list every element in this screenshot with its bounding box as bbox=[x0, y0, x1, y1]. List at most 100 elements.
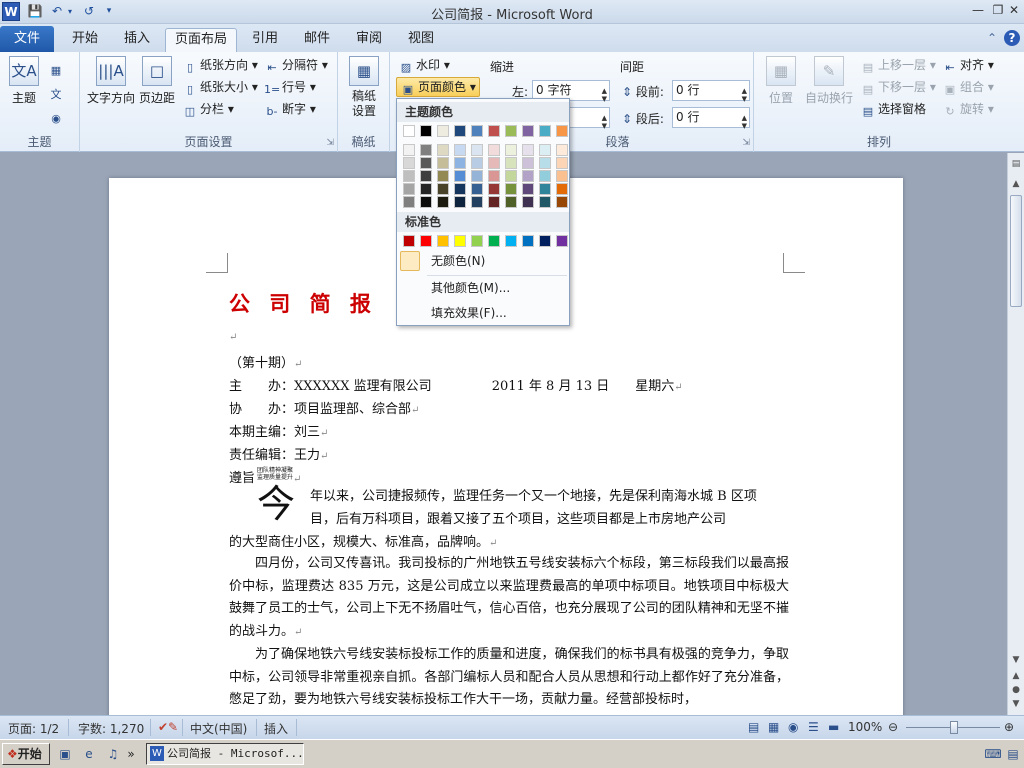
theme-color-swatch[interactable] bbox=[488, 196, 500, 208]
theme-color-swatch[interactable] bbox=[420, 183, 432, 195]
status-language[interactable]: 中文(中国) bbox=[190, 720, 247, 737]
keyboard-tray-icon[interactable]: ⌨ bbox=[984, 745, 1002, 763]
theme-color-swatch[interactable] bbox=[539, 170, 551, 182]
watermark-button[interactable]: ▨ 水印 ▾ bbox=[398, 55, 450, 75]
paragraph-launcher-icon[interactable]: ⇲ bbox=[742, 138, 750, 148]
theme-color-swatch[interactable] bbox=[454, 170, 466, 182]
scroll-down-icon[interactable]: ▼ bbox=[1009, 655, 1023, 665]
spacing-before-input[interactable]: 0 行 ▲ ▼ bbox=[672, 80, 750, 103]
theme-color-swatch[interactable] bbox=[437, 196, 449, 208]
proofing-icon[interactable]: ✔✎ bbox=[158, 720, 178, 734]
standard-color-swatch[interactable] bbox=[488, 235, 500, 247]
scroll-up-icon[interactable]: ▲ bbox=[1009, 179, 1023, 189]
theme-color-swatch[interactable] bbox=[471, 125, 483, 137]
scrollbar-thumb[interactable] bbox=[1010, 195, 1022, 307]
theme-color-swatch[interactable] bbox=[437, 157, 449, 169]
tab-mailings[interactable]: 邮件 bbox=[294, 28, 340, 52]
vertical-scrollbar[interactable]: ▤ ▲ ▼ ▲ ● ▼ bbox=[1007, 153, 1024, 715]
theme-color-swatch[interactable] bbox=[454, 125, 466, 137]
theme-color-swatch[interactable] bbox=[420, 196, 432, 208]
start-button[interactable]: ❖开始 bbox=[2, 743, 50, 765]
theme-color-swatch[interactable] bbox=[471, 183, 483, 195]
theme-color-swatch[interactable] bbox=[471, 170, 483, 182]
theme-color-swatch[interactable] bbox=[437, 170, 449, 182]
media-player-icon[interactable]: ♫ bbox=[104, 745, 122, 763]
breaks-button[interactable]: ⇤ 分隔符 ▾ bbox=[264, 55, 327, 75]
tab-page-layout[interactable]: 页面布局 bbox=[165, 28, 237, 52]
tab-view[interactable]: 视图 bbox=[398, 28, 444, 52]
theme-color-swatch[interactable] bbox=[471, 144, 483, 156]
tab-references[interactable]: 引用 bbox=[242, 28, 288, 52]
standard-color-swatch[interactable] bbox=[471, 235, 483, 247]
theme-color-swatch[interactable] bbox=[539, 183, 551, 195]
theme-color-swatch[interactable] bbox=[505, 125, 517, 137]
spacing-after-input[interactable]: 0 行 ▲ ▼ bbox=[672, 107, 750, 130]
send-backward-button[interactable]: ▤ 下移一层 ▾ bbox=[860, 77, 936, 97]
zoom-out-icon[interactable]: ⊖ bbox=[888, 720, 898, 734]
close-icon[interactable]: ✕ bbox=[1006, 2, 1022, 20]
save-icon[interactable]: 💾 bbox=[26, 3, 44, 20]
standard-color-swatch[interactable] bbox=[420, 235, 432, 247]
theme-color-swatch[interactable] bbox=[403, 170, 415, 182]
theme-color-swatch[interactable] bbox=[471, 196, 483, 208]
theme-effects-button[interactable]: ◉ bbox=[48, 106, 66, 126]
theme-color-swatch[interactable] bbox=[488, 157, 500, 169]
themes-button[interactable]: 文A 主题 bbox=[6, 56, 42, 106]
line-numbers-button[interactable]: 1= 行号 ▾ bbox=[264, 77, 316, 97]
standard-color-swatch[interactable] bbox=[437, 235, 449, 247]
minimize-icon[interactable]: — bbox=[968, 2, 988, 20]
theme-color-swatch[interactable] bbox=[454, 183, 466, 195]
theme-color-swatch[interactable] bbox=[522, 157, 534, 169]
theme-color-swatch[interactable] bbox=[403, 196, 415, 208]
status-word-count[interactable]: 字数: 1,270 bbox=[78, 720, 144, 737]
theme-color-swatch[interactable] bbox=[556, 183, 568, 195]
collapse-ribbon-icon[interactable]: ⌃ bbox=[984, 30, 1000, 46]
zoom-in-icon[interactable]: ⊕ bbox=[1004, 720, 1014, 734]
theme-color-swatch[interactable] bbox=[488, 183, 500, 195]
more-colors-item[interactable]: 其他颜色(M)... bbox=[397, 276, 569, 300]
theme-color-swatch[interactable] bbox=[522, 125, 534, 137]
theme-color-swatch[interactable] bbox=[556, 125, 568, 137]
theme-color-swatch[interactable] bbox=[403, 157, 415, 169]
theme-color-swatch[interactable] bbox=[505, 196, 517, 208]
text-direction-button[interactable]: |||A 文字方向 bbox=[86, 56, 136, 106]
theme-color-swatch[interactable] bbox=[403, 125, 415, 137]
columns-button[interactable]: ◫ 分栏 ▾ bbox=[182, 99, 234, 119]
fill-effects-item[interactable]: 填充效果(F)... bbox=[397, 301, 569, 325]
draft-paper-button[interactable]: ▦ 稿纸 设置 bbox=[346, 56, 382, 119]
undo-dropdown-icon[interactable]: ▾ bbox=[66, 3, 74, 20]
theme-color-swatch[interactable] bbox=[420, 157, 432, 169]
tab-review[interactable]: 审阅 bbox=[346, 28, 392, 52]
zoom-level[interactable]: 100% bbox=[848, 720, 882, 734]
theme-color-swatch[interactable] bbox=[539, 196, 551, 208]
wrap-text-button[interactable]: ✎ 自动换行 bbox=[804, 56, 854, 106]
theme-color-swatch[interactable] bbox=[522, 144, 534, 156]
theme-color-swatch[interactable] bbox=[556, 196, 568, 208]
theme-color-swatch[interactable] bbox=[437, 183, 449, 195]
theme-color-swatch[interactable] bbox=[539, 125, 551, 137]
theme-color-swatch[interactable] bbox=[454, 144, 466, 156]
size-button[interactable]: ▯ 纸张大小 ▾ bbox=[182, 77, 258, 97]
view-ruler-icon[interactable]: ▤ bbox=[1009, 159, 1023, 169]
theme-colors-button[interactable]: ▦ bbox=[48, 58, 66, 78]
standard-color-swatch[interactable] bbox=[403, 235, 415, 247]
web-layout-icon[interactable]: ◉ bbox=[788, 720, 798, 734]
restore-icon[interactable]: ❐ bbox=[988, 2, 1008, 20]
redo-icon[interactable]: ↺ bbox=[80, 3, 98, 20]
word-app-icon[interactable]: W bbox=[2, 2, 20, 21]
tab-file[interactable]: 文件 bbox=[0, 26, 54, 52]
theme-color-swatch[interactable] bbox=[522, 196, 534, 208]
page-color-button[interactable]: ▣ 页面颜色 ▾ bbox=[396, 77, 480, 97]
next-page-icon[interactable]: ▼ bbox=[1009, 699, 1023, 709]
more-quicklaunch-icon[interactable]: » bbox=[126, 745, 136, 763]
theme-color-swatch[interactable] bbox=[539, 157, 551, 169]
hyphenation-button[interactable]: b- 断字 ▾ bbox=[264, 99, 316, 119]
standard-color-swatch[interactable] bbox=[556, 235, 568, 247]
theme-color-swatch[interactable] bbox=[420, 170, 432, 182]
browse-object-icon[interactable]: ● bbox=[1009, 685, 1023, 695]
tab-home[interactable]: 开始 bbox=[62, 28, 108, 52]
help-icon[interactable]: ? bbox=[1004, 30, 1020, 46]
group-button[interactable]: ▣ 组合 ▾ bbox=[942, 77, 994, 97]
standard-color-swatch[interactable] bbox=[539, 235, 551, 247]
theme-color-swatch[interactable] bbox=[488, 144, 500, 156]
